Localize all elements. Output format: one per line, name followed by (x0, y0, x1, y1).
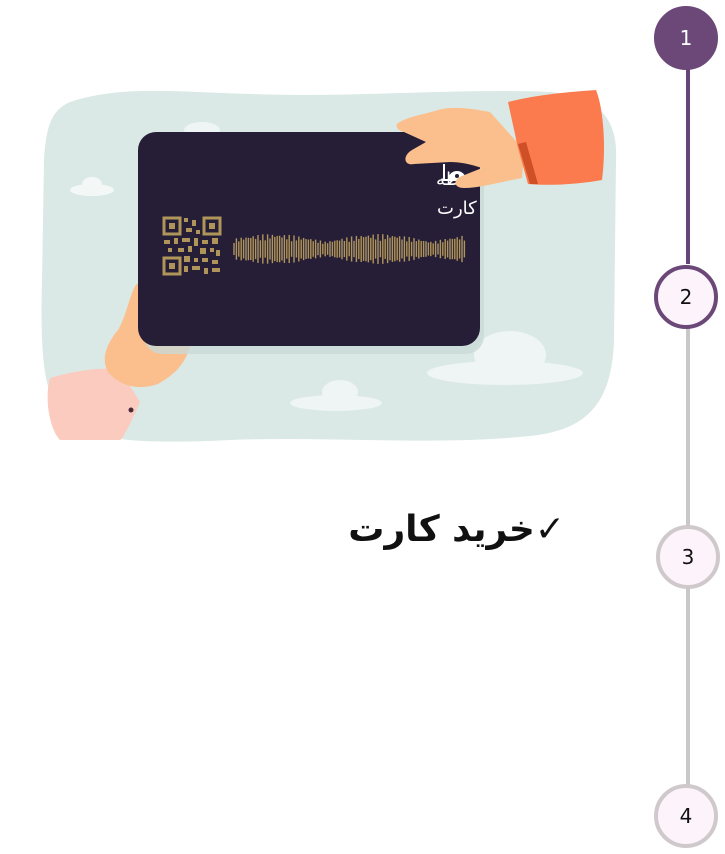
page-title-text: خرید کارت (348, 509, 535, 550)
stepper-line-3-4 (686, 588, 690, 786)
check-icon: ✓ (534, 509, 565, 550)
step-3-number: 3 (681, 545, 695, 569)
step-1[interactable]: 1 (654, 6, 718, 70)
card-brand-line2: کارت (437, 198, 477, 219)
step-2[interactable]: 2 (654, 265, 718, 329)
step-4-number: 4 (679, 804, 693, 828)
page: 1 2 3 4 کارت ✓خرید کارت (0, 0, 725, 854)
stepper-line-2-3 (686, 328, 690, 526)
step-4[interactable]: 4 (654, 784, 718, 848)
step-2-number: 2 (679, 285, 693, 309)
step-3[interactable]: 3 (656, 525, 720, 589)
card-illustration: لحظه کارت (41, 90, 617, 442)
page-title: ✓خرید کارت (348, 506, 565, 554)
step-1-number: 1 (679, 26, 693, 50)
stepper-line-active (686, 68, 690, 264)
